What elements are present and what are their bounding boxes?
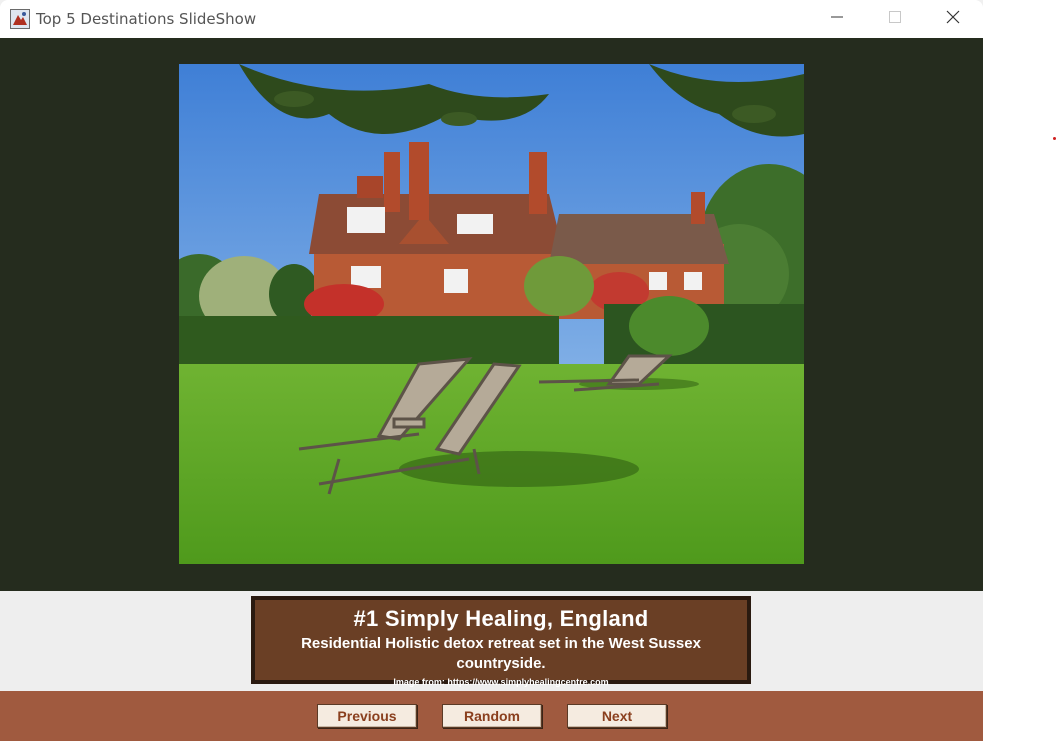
random-button[interactable]: Random [442, 704, 542, 728]
close-button[interactable] [924, 0, 982, 38]
java-app-icon [10, 9, 30, 29]
caption-panel: #1 Simply Healing, England Residential H… [255, 600, 747, 687]
next-button[interactable]: Next [567, 704, 667, 728]
maximize-button[interactable] [866, 0, 924, 38]
image-panel [0, 38, 983, 591]
maximize-icon [889, 10, 901, 28]
navigation-bar: Previous Random Next [0, 691, 983, 741]
caption-strip: #1 Simply Healing, England Residential H… [0, 591, 983, 691]
previous-button[interactable]: Previous [317, 704, 417, 728]
title-bar: Top 5 Destinations SlideShow [0, 0, 983, 38]
minimize-icon [831, 10, 843, 28]
window-title: Top 5 Destinations SlideShow [36, 10, 257, 28]
close-icon [946, 10, 960, 29]
slide-description: Residential Holistic detox retreat set i… [301, 635, 701, 672]
slide-title: #1 Simply Healing, England [353, 606, 649, 631]
slide-source: Image from: https://www.simplyhealingcen… [393, 677, 609, 687]
minimize-button[interactable] [808, 0, 866, 38]
app-window: Top 5 Destinations SlideShow #1 Simply H… [0, 0, 983, 741]
slide-image [179, 64, 804, 564]
stray-dot [1053, 137, 1056, 140]
caption-box: #1 Simply Healing, England Residential H… [251, 596, 751, 687]
